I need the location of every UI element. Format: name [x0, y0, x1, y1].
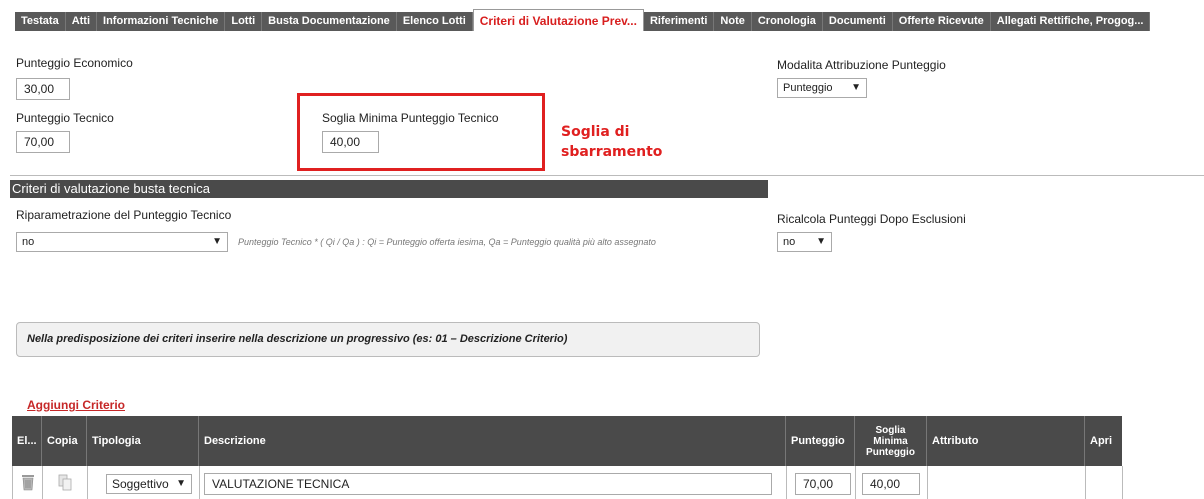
- annotation-line-1: Soglia di: [561, 124, 630, 140]
- tab-documenti[interactable]: Documenti: [823, 12, 893, 31]
- tab-offerte-ricevute[interactable]: Offerte Ricevute: [893, 12, 991, 31]
- modalita-attribuzione-label: Modalita Attribuzione Punteggio: [777, 58, 946, 72]
- trash-icon[interactable]: [21, 474, 35, 491]
- col-header-apri[interactable]: Apri: [1085, 416, 1122, 466]
- tipologia-select[interactable]: Soggettivo ▼: [106, 474, 192, 494]
- tab-strip: Testata Atti Informazioni Tecniche Lotti Bus…: [15, 9, 1151, 31]
- section-header: Criteri di valutazione busta tecnica: [10, 180, 768, 198]
- chevron-down-icon: ▼: [176, 478, 186, 489]
- table-row: Soggettivo ▼ VALUTAZIONE TECNICA 70,00 4…: [12, 466, 1123, 499]
- cell-elimina: [13, 466, 43, 499]
- punteggio-field[interactable]: 70,00: [795, 473, 851, 495]
- punteggio-economico-label: Punteggio Economico: [16, 56, 133, 70]
- aggiungi-criterio-link[interactable]: Aggiungi Criterio: [27, 398, 125, 412]
- chevron-down-icon: ▼: [212, 236, 222, 247]
- tab-allegati-rettifiche-progog[interactable]: Allegati Rettifiche, Progog...: [991, 12, 1151, 31]
- modalita-attribuzione-select[interactable]: Punteggio ▼: [777, 78, 867, 98]
- copy-icon[interactable]: [58, 474, 72, 491]
- soglia-sbarramento-annotation: Soglia di sbarramento: [561, 122, 662, 162]
- cell-descrizione: VALUTAZIONE TECNICA: [200, 466, 787, 499]
- punteggio-tecnico-label: Punteggio Tecnico: [16, 111, 114, 125]
- col-header-soglia-line1: Soglia: [875, 424, 906, 436]
- cell-soglia: 40,00: [856, 466, 928, 499]
- cell-punteggio: 70,00: [787, 466, 856, 499]
- tab-criteri-di-valutazione-prev[interactable]: Criteri di Valutazione Prev...: [472, 9, 644, 31]
- col-header-copia[interactable]: Copia: [42, 416, 87, 466]
- tab-testata[interactable]: Testata: [15, 12, 66, 31]
- soglia-minima-field[interactable]: 40,00: [322, 131, 379, 153]
- tab-bar: Testata Atti Informazioni Tecniche Lotti Bus…: [0, 0, 1204, 31]
- soglia-minima-label: Soglia Minima Punteggio Tecnico: [322, 111, 499, 125]
- cell-copia: [43, 466, 88, 499]
- col-header-tipologia[interactable]: Tipologia: [87, 416, 199, 466]
- col-header-el[interactable]: El...: [12, 416, 42, 466]
- tab-lotti[interactable]: Lotti: [225, 12, 263, 31]
- annotation-line-2: sbarramento: [561, 144, 663, 160]
- criteria-table-header: El... Copia Tipologia Descrizione Punteg…: [12, 416, 1122, 466]
- cell-tipologia: Soggettivo ▼: [88, 466, 200, 499]
- tab-informazioni-tecniche[interactable]: Informazioni Tecniche: [97, 12, 226, 31]
- ricalcola-select[interactable]: no ▼: [777, 232, 832, 252]
- formula-note: Punteggio Tecnico * ( Qi / Qa ) : Qi = P…: [238, 237, 656, 247]
- ricalcola-label: Ricalcola Punteggi Dopo Esclusioni: [777, 212, 966, 226]
- punteggio-tecnico-field[interactable]: 70,00: [16, 131, 70, 153]
- tab-elenco-lotti[interactable]: Elenco Lotti: [397, 12, 473, 31]
- col-header-punteggio[interactable]: Punteggio: [786, 416, 855, 466]
- riparametrazione-value: no: [22, 236, 35, 248]
- divider: [10, 175, 1204, 176]
- riparametrazione-label: Riparametrazione del Punteggio Tecnico: [16, 208, 232, 222]
- tab-riferimenti[interactable]: Riferimenti: [644, 12, 715, 31]
- tab-busta-documentazione[interactable]: Busta Documentazione: [262, 12, 397, 31]
- cell-apri: [1086, 466, 1123, 499]
- descrizione-field[interactable]: VALUTAZIONE TECNICA: [204, 473, 772, 495]
- col-header-soglia-line2: Minima: [873, 435, 908, 447]
- col-header-descrizione[interactable]: Descrizione: [199, 416, 786, 466]
- col-header-soglia[interactable]: Soglia Minima Punteggio: [855, 416, 927, 466]
- tipologia-value: Soggettivo: [112, 477, 169, 491]
- cell-attributo: [928, 466, 1086, 499]
- col-header-attributo[interactable]: Attributo: [927, 416, 1085, 466]
- chevron-down-icon: ▼: [816, 236, 826, 247]
- riparametrazione-select[interactable]: no ▼: [16, 232, 228, 252]
- tab-atti[interactable]: Atti: [66, 12, 98, 31]
- ricalcola-value: no: [783, 236, 796, 248]
- col-header-soglia-line3: Punteggio: [866, 446, 915, 458]
- tab-cronologia[interactable]: Cronologia: [752, 12, 823, 31]
- tab-note[interactable]: Note: [714, 12, 752, 31]
- info-message: Nella predisposizione dei criteri inseri…: [16, 322, 760, 357]
- punteggio-economico-field[interactable]: 30,00: [16, 78, 70, 100]
- modalita-attribuzione-value: Punteggio: [783, 82, 833, 94]
- chevron-down-icon: ▼: [851, 82, 861, 93]
- soglia-field[interactable]: 40,00: [862, 473, 920, 495]
